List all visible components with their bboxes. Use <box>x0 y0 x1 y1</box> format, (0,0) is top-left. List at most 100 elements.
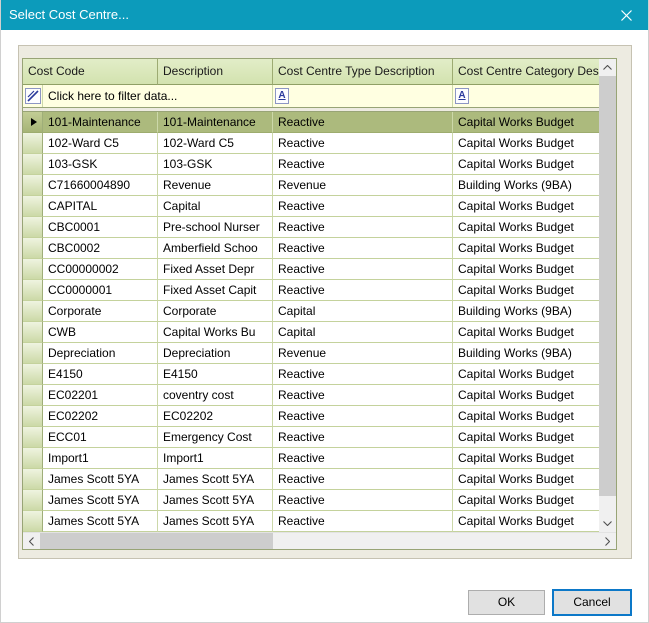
cell-cost-code[interactable]: James Scott 5YA <box>43 469 158 490</box>
cell-type[interactable]: Reactive <box>273 259 453 280</box>
cell-description[interactable]: 103-GSK <box>158 154 273 175</box>
filter-type-cell[interactable]: A <box>273 85 453 107</box>
table-row[interactable]: Import1Import1ReactiveCapital Works Budg… <box>23 448 599 469</box>
cell-type[interactable]: Capital <box>273 322 453 343</box>
cell-description[interactable]: Depreciation <box>158 343 273 364</box>
cell-description[interactable]: coventry cost <box>158 385 273 406</box>
cell-description[interactable]: James Scott 5YA <box>158 469 273 490</box>
cell-description[interactable]: Capital Works Bu <box>158 322 273 343</box>
clear-filter-icon[interactable] <box>25 88 41 104</box>
cell-cost-code[interactable]: James Scott 5YA <box>43 511 158 532</box>
row-indicator[interactable] <box>23 154 43 175</box>
cell-description[interactable]: Revenue <box>158 175 273 196</box>
table-row[interactable]: 103-GSK103-GSKReactiveCapital Works Budg… <box>23 154 599 175</box>
scroll-right-button[interactable] <box>599 533 616 549</box>
row-indicator[interactable] <box>23 406 43 427</box>
cell-category[interactable]: Capital Works Budget <box>453 511 599 532</box>
cell-description[interactable]: Fixed Asset Depr <box>158 259 273 280</box>
cell-type[interactable]: Reactive <box>273 154 453 175</box>
cell-cost-code[interactable]: CBC0002 <box>43 238 158 259</box>
cell-description[interactable]: E4150 <box>158 364 273 385</box>
cell-cost-code[interactable]: James Scott 5YA <box>43 490 158 511</box>
alpha-filter-icon[interactable]: A <box>455 88 469 104</box>
cell-category[interactable]: Building Works (9BA) <box>453 343 599 364</box>
row-indicator[interactable] <box>23 238 43 259</box>
cell-cost-code[interactable]: Import1 <box>43 448 158 469</box>
cell-description[interactable]: 102-Ward C5 <box>158 133 273 154</box>
table-row[interactable]: E4150E4150ReactiveCapital Works Budget <box>23 364 599 385</box>
column-header-category[interactable]: Cost Centre Category Desc <box>453 59 599 85</box>
cell-cost-code[interactable]: E4150 <box>43 364 158 385</box>
cell-category[interactable]: Building Works (9BA) <box>453 175 599 196</box>
cell-category[interactable]: Capital Works Budget <box>453 217 599 238</box>
cell-category[interactable]: Capital Works Budget <box>453 112 599 133</box>
cell-category[interactable]: Capital Works Budget <box>453 469 599 490</box>
cell-category[interactable]: Capital Works Budget <box>453 238 599 259</box>
table-row[interactable]: CBC0002Amberfield SchooReactiveCapital W… <box>23 238 599 259</box>
column-header-cost-code[interactable]: Cost Code <box>23 59 158 85</box>
cell-type[interactable]: Reactive <box>273 511 453 532</box>
cell-type[interactable]: Revenue <box>273 175 453 196</box>
row-indicator[interactable] <box>23 448 43 469</box>
row-indicator[interactable] <box>23 427 43 448</box>
cell-cost-code[interactable]: CC00000002 <box>43 259 158 280</box>
cell-category[interactable]: Capital Works Budget <box>453 322 599 343</box>
cell-description[interactable]: Capital <box>158 196 273 217</box>
cell-category[interactable]: Capital Works Budget <box>453 448 599 469</box>
row-indicator[interactable] <box>23 112 43 133</box>
table-row[interactable]: CorporateCorporateCapitalBuilding Works … <box>23 301 599 322</box>
table-row[interactable]: CBC0001Pre-school NurserReactiveCapital … <box>23 217 599 238</box>
scroll-left-button[interactable] <box>23 533 40 549</box>
cell-cost-code[interactable]: CC0000001 <box>43 280 158 301</box>
cell-description[interactable]: Pre-school Nurser <box>158 217 273 238</box>
cell-category[interactable]: Capital Works Budget <box>453 364 599 385</box>
cell-category[interactable]: Capital Works Budget <box>453 427 599 448</box>
filter-prompt-cell[interactable]: Click here to filter data... <box>43 85 273 107</box>
table-row[interactable]: CAPITALCapitalReactiveCapital Works Budg… <box>23 196 599 217</box>
cell-type[interactable]: Reactive <box>273 238 453 259</box>
table-row[interactable]: EC02201coventry costReactiveCapital Work… <box>23 385 599 406</box>
row-indicator[interactable] <box>23 217 43 238</box>
cell-cost-code[interactable]: CWB <box>43 322 158 343</box>
cell-cost-code[interactable]: Corporate <box>43 301 158 322</box>
cell-category[interactable]: Capital Works Budget <box>453 154 599 175</box>
cell-description[interactable]: Emergency Cost <box>158 427 273 448</box>
row-indicator[interactable] <box>23 175 43 196</box>
table-row[interactable]: James Scott 5YAJames Scott 5YAReactiveCa… <box>23 511 599 532</box>
cell-description[interactable]: EC02202 <box>158 406 273 427</box>
table-row[interactable]: C71660004890RevenueRevenueBuilding Works… <box>23 175 599 196</box>
row-indicator[interactable] <box>23 133 43 154</box>
cell-cost-code[interactable]: CAPITAL <box>43 196 158 217</box>
cell-type[interactable]: Reactive <box>273 385 453 406</box>
cell-cost-code[interactable]: EC02202 <box>43 406 158 427</box>
cell-type[interactable]: Reactive <box>273 490 453 511</box>
cell-category[interactable]: Capital Works Budget <box>453 133 599 154</box>
table-row[interactable]: CWBCapital Works BuCapitalCapital Works … <box>23 322 599 343</box>
cell-cost-code[interactable]: ECC01 <box>43 427 158 448</box>
cell-description[interactable]: Amberfield Schoo <box>158 238 273 259</box>
cell-cost-code[interactable]: 101-Maintenance <box>43 112 158 133</box>
cell-description[interactable]: Import1 <box>158 448 273 469</box>
table-row[interactable]: James Scott 5YAJames Scott 5YAReactiveCa… <box>23 490 599 511</box>
cell-description[interactable]: James Scott 5YA <box>158 511 273 532</box>
cell-cost-code[interactable]: Depreciation <box>43 343 158 364</box>
vertical-scrollbar[interactable] <box>599 59 616 532</box>
scroll-down-button[interactable] <box>599 515 616 532</box>
cell-description[interactable]: Fixed Asset Capit <box>158 280 273 301</box>
horizontal-scrollbar-thumb[interactable] <box>40 533 273 549</box>
cell-description[interactable]: Corporate <box>158 301 273 322</box>
cell-type[interactable]: Reactive <box>273 406 453 427</box>
cancel-button[interactable]: Cancel <box>552 589 632 616</box>
close-button[interactable] <box>604 0 649 30</box>
vertical-scrollbar-thumb[interactable] <box>599 76 616 496</box>
cell-description[interactable]: 101-Maintenance <box>158 112 273 133</box>
cell-type[interactable]: Reactive <box>273 196 453 217</box>
scroll-up-button[interactable] <box>599 59 616 76</box>
cell-type[interactable]: Reactive <box>273 217 453 238</box>
cell-category[interactable]: Capital Works Budget <box>453 259 599 280</box>
cell-cost-code[interactable]: CBC0001 <box>43 217 158 238</box>
cell-category[interactable]: Capital Works Budget <box>453 406 599 427</box>
cell-type[interactable]: Reactive <box>273 469 453 490</box>
alpha-filter-icon[interactable]: A <box>275 88 289 104</box>
cell-type[interactable]: Reactive <box>273 133 453 154</box>
